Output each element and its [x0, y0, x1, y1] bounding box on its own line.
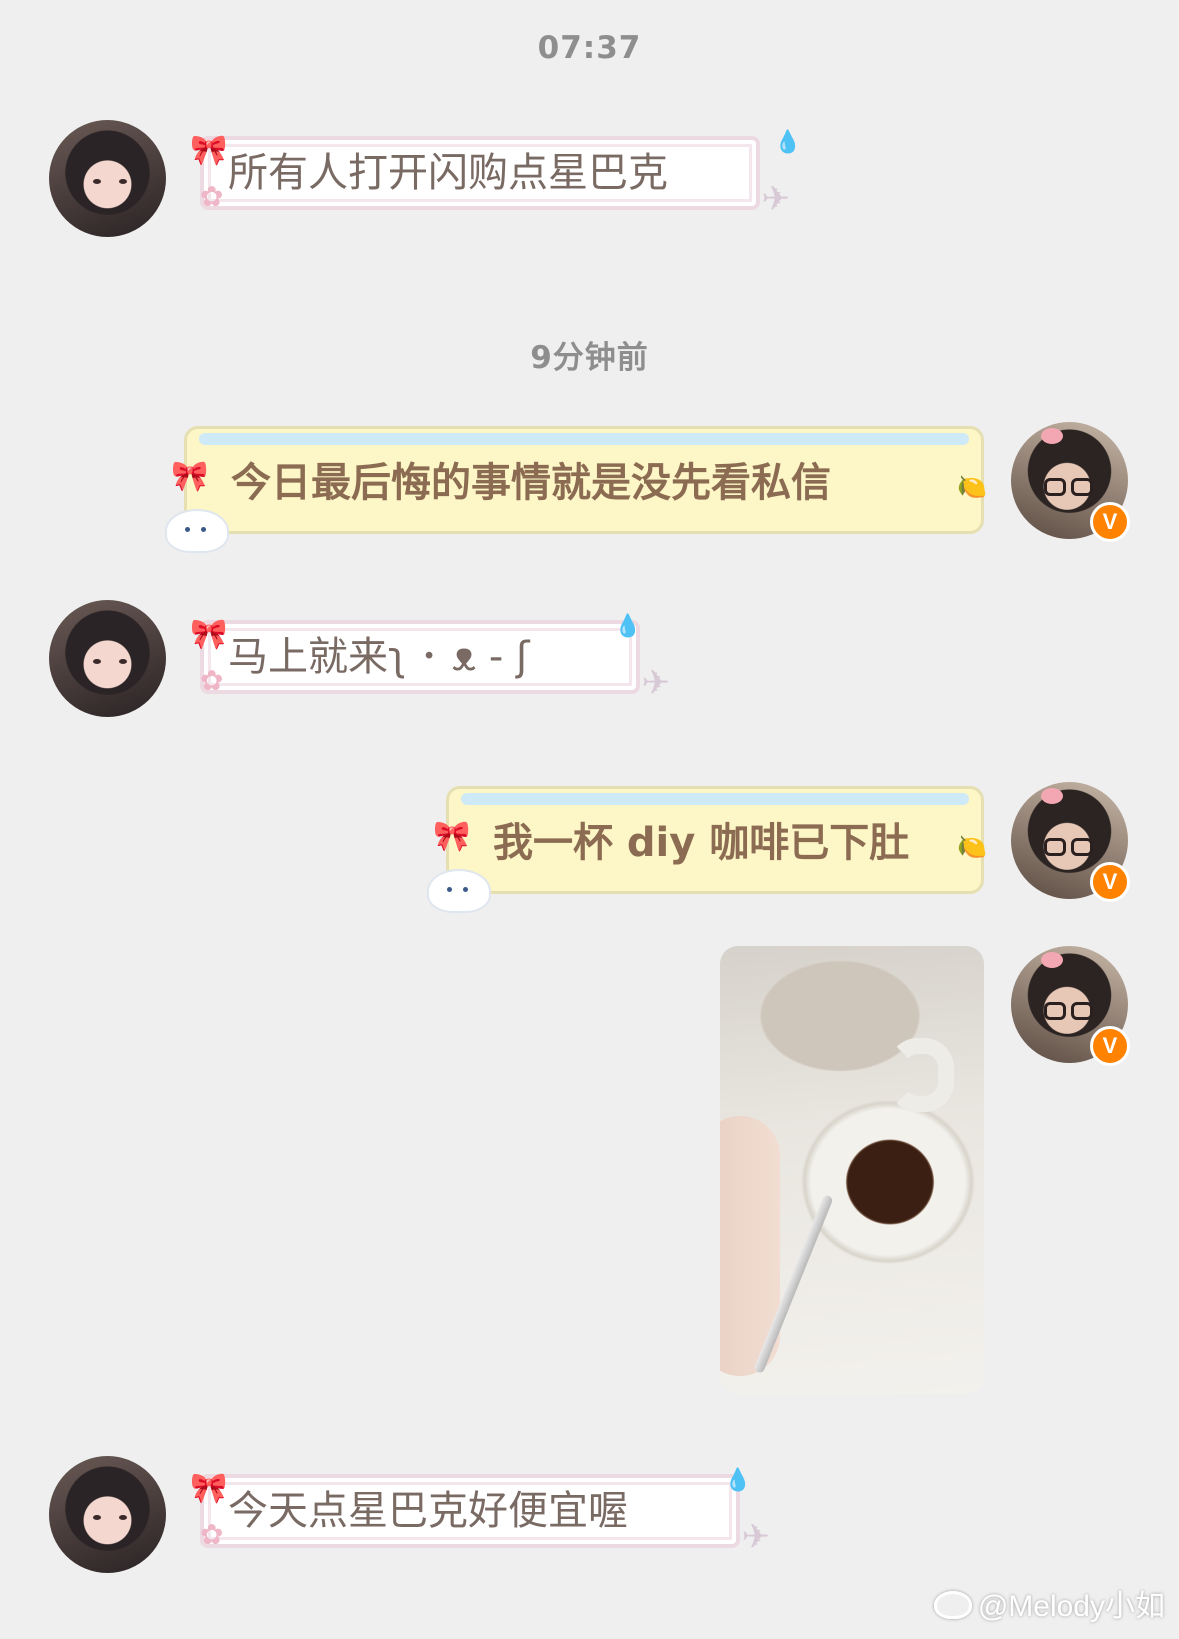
message-text: 今天点星巴克好便宜喔: [228, 1488, 628, 1534]
avatar-contact[interactable]: [49, 600, 166, 717]
bubble-frill: [199, 433, 969, 445]
weibo-logo-icon: [933, 1591, 972, 1619]
flower-icon: ✿: [200, 1518, 224, 1551]
verified-badge-icon: V: [1090, 502, 1130, 542]
glasses-icon-right: [1071, 1002, 1093, 1020]
paper-crane-icon: ✈: [641, 663, 671, 703]
verified-badge-icon: V: [1090, 1026, 1130, 1066]
watermark: @Melody小如: [933, 1581, 1165, 1625]
message-bubble-received[interactable]: 🎀 💧 马上就来ʅ ･ ᴥ - ʃ ✿ ✈: [190, 614, 670, 703]
hair-bow-icon: [1041, 952, 1063, 968]
bunny-sticker-icon: [427, 869, 491, 913]
avatar-contact[interactable]: [49, 120, 166, 237]
lemon-icon: 🍋: [957, 833, 987, 861]
message-bubble-received[interactable]: 🎀 💧 所有人打开闪购点星巴克 ✿ ✈: [190, 130, 801, 219]
message-bubble-sent[interactable]: 🎀 今日最后悔的事情就是没先看私信 🍋: [165, 426, 987, 553]
verified-badge-icon: V: [1090, 862, 1130, 902]
timestamp-1: 07:37: [537, 30, 642, 66]
message-text: 所有人打开闪购点星巴克: [228, 150, 668, 196]
flower-icon: ✿: [200, 180, 224, 213]
avatar-contact[interactable]: [49, 1456, 166, 1573]
hair-bow-icon: [1041, 788, 1063, 804]
glasses-icon: [1044, 838, 1066, 856]
message-text: 今日最后悔的事情就是没先看私信: [231, 460, 831, 506]
image-message-coffee-cup[interactable]: [720, 946, 984, 1394]
paper-crane-icon: ✈: [741, 1517, 771, 1557]
message-bubble-sent[interactable]: 🎀 我一杯 diy 咖啡已下肚 🍋: [427, 786, 987, 913]
watermark-text: @Melody小如: [977, 1590, 1165, 1623]
timestamp-2: 9分钟前: [530, 340, 649, 376]
bubble-frill: [461, 793, 969, 805]
photo-cup-handle: [888, 1038, 954, 1112]
glasses-icon-right: [1071, 838, 1093, 856]
lemon-icon: 🍋: [957, 473, 987, 501]
glasses-icon-right: [1071, 478, 1093, 496]
glasses-icon: [1044, 1002, 1066, 1020]
bunny-sticker-icon: [165, 509, 229, 553]
message-text: 我一杯 diy 咖啡已下肚: [493, 820, 910, 866]
flower-icon: ✿: [200, 664, 224, 697]
message-bubble-received[interactable]: 🎀 💧 今天点星巴克好便宜喔 ✿ ✈: [190, 1468, 770, 1557]
glasses-icon: [1044, 478, 1066, 496]
hair-bow-icon: [1041, 428, 1063, 444]
droplet-icon: 💧: [614, 614, 642, 639]
paper-crane-icon: ✈: [761, 179, 791, 219]
message-text: 马上就来ʅ ･ ᴥ - ʃ: [228, 634, 530, 680]
